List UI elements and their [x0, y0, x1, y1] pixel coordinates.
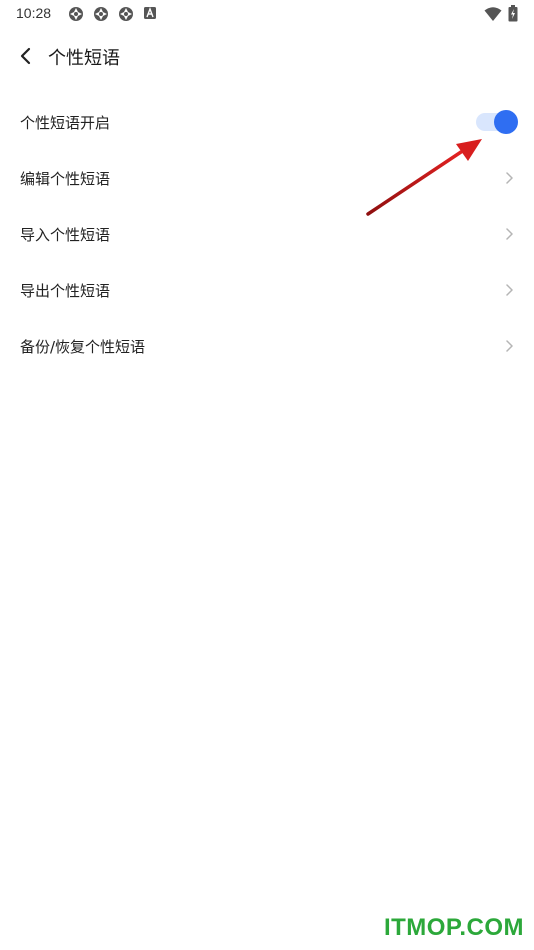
toggle-knob: [494, 110, 518, 134]
setting-row-backup-restore[interactable]: 备份/恢复个性短语: [0, 318, 534, 374]
status-time: 10:28: [16, 5, 52, 21]
wifi-icon: [484, 6, 502, 22]
setting-label: 个性短语开启: [20, 113, 111, 132]
setting-label: 备份/恢复个性短语: [20, 337, 146, 356]
setting-row-export-phrases[interactable]: 导出个性短语: [0, 262, 534, 318]
page-title: 个性短语: [48, 48, 120, 69]
back-button[interactable]: [12, 42, 40, 70]
notification-icon: [93, 6, 109, 22]
chevron-left-icon: [20, 47, 31, 65]
battery-icon: [508, 5, 518, 22]
setting-label: 导出个性短语: [20, 281, 111, 300]
watermark: ITMOP.COM: [383, 914, 524, 941]
status-bar: 10:28: [0, 0, 534, 28]
annotation-arrow: [366, 139, 482, 216]
app-header: 个性短语: [0, 36, 534, 76]
setting-label: 导入个性短语: [20, 225, 111, 244]
chevron-right-icon: [506, 340, 513, 352]
status-icons-left: [68, 6, 157, 22]
enable-phrases-toggle[interactable]: [476, 110, 518, 134]
chevron-right-icon: [506, 172, 513, 184]
notification-icon: [68, 6, 84, 22]
chevron-right-icon: [506, 228, 513, 240]
notification-icon: [118, 6, 134, 22]
setting-label: 编辑个性短语: [20, 169, 111, 188]
status-icons-right: [484, 5, 518, 22]
chevron-right-icon: [506, 284, 513, 296]
keyboard-a-icon: [143, 6, 157, 22]
